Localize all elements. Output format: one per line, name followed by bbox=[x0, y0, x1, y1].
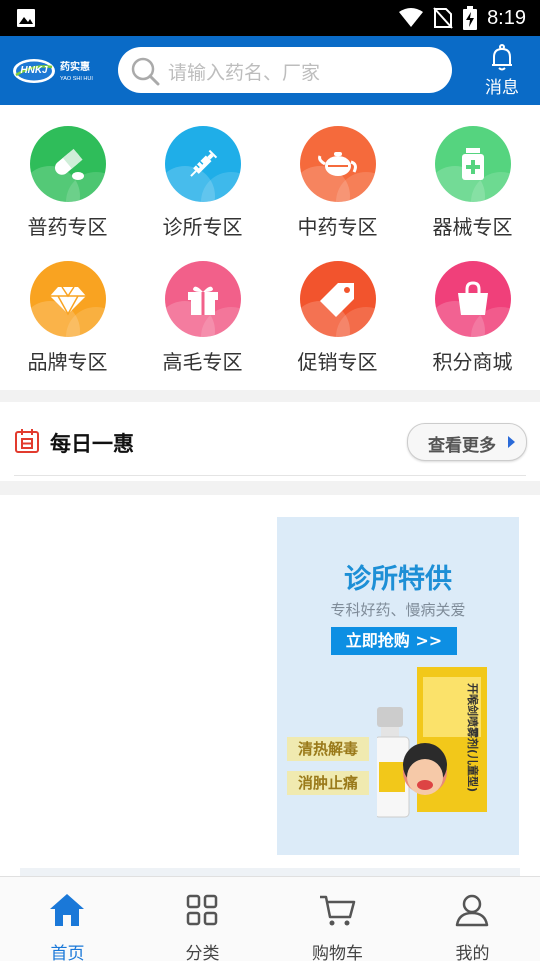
logo-en-text: YAO SHI HUI bbox=[60, 76, 93, 82]
promo-banner[interactable]: 诊所特供 专科好药、慢病关爱 立即抢购 >> 清热解毒 消肿止痛 开喉剑喷雾剂(… bbox=[277, 517, 519, 855]
section-divider bbox=[0, 390, 540, 402]
app-logo[interactable]: HNKJ 药实惠 YAO SHI HUI bbox=[12, 54, 107, 88]
logo-text: HNKJ bbox=[20, 65, 48, 76]
app-header: HNKJ 药实惠 YAO SHI HUI 请输入药名、厂家 消息 bbox=[0, 36, 540, 105]
nav-category[interactable]: 分类 bbox=[135, 877, 270, 964]
message-label: 消息 bbox=[485, 78, 519, 98]
promo-tag: 消肿止痛 bbox=[287, 771, 369, 795]
arrow-right-icon bbox=[508, 436, 515, 448]
category-high-margin[interactable]: 高毛专区 bbox=[135, 251, 270, 381]
category-label: 促销专区 bbox=[297, 350, 378, 374]
teapot-icon bbox=[318, 152, 357, 176]
promo-subtitle: 专科好药、慢病关爱 bbox=[330, 601, 466, 619]
product-image: 开喉剑喷雾剂(儿童型) bbox=[377, 667, 487, 818]
logo-cn-text: 药实惠 bbox=[60, 60, 90, 73]
home-icon bbox=[50, 894, 84, 926]
view-more-label: 查看更多 bbox=[428, 436, 496, 456]
price-tag-icon bbox=[320, 283, 354, 317]
no-sim-icon bbox=[433, 7, 453, 29]
view-more-button[interactable]: 查看更多 bbox=[407, 423, 527, 461]
search-icon bbox=[131, 57, 160, 86]
category-label: 积分商城 bbox=[432, 350, 513, 374]
battery-charging-icon bbox=[463, 6, 478, 30]
image-icon bbox=[17, 9, 35, 27]
section-divider bbox=[0, 481, 540, 495]
diamond-icon bbox=[50, 286, 86, 316]
shopping-bag-icon bbox=[458, 281, 488, 315]
divider bbox=[14, 475, 526, 476]
product-text: 开喉剑喷雾剂(儿童型) bbox=[466, 683, 480, 792]
daily-deal-section: 每日一惠 查看更多 bbox=[0, 402, 540, 476]
nav-label: 我的 bbox=[455, 944, 490, 964]
next-item-preview bbox=[20, 868, 520, 876]
bottom-nav: 首页 分类 购物车 我的 bbox=[0, 876, 540, 964]
pill-icon bbox=[54, 148, 84, 180]
gift-icon bbox=[188, 286, 218, 315]
category-label: 器械专区 bbox=[432, 215, 513, 239]
wifi-icon bbox=[399, 8, 424, 27]
nav-cart[interactable]: 购物车 bbox=[270, 877, 405, 964]
category-devices[interactable]: 器械专区 bbox=[405, 116, 540, 246]
nav-profile[interactable]: 我的 bbox=[405, 877, 540, 964]
category-brand[interactable]: 品牌专区 bbox=[0, 251, 135, 381]
search-placeholder: 请输入药名、厂家 bbox=[168, 62, 321, 84]
clock: 8:19 bbox=[487, 6, 526, 29]
category-general-medicine[interactable]: 普药专区 bbox=[0, 116, 135, 246]
status-bar: 8:19 bbox=[0, 0, 540, 36]
promo-title: 诊所特供 bbox=[344, 564, 452, 595]
search-input[interactable]: 请输入药名、厂家 bbox=[118, 47, 452, 93]
grid-icon bbox=[186, 894, 218, 926]
category-grid: 普药专区 诊所专区 中药专区 器械专区 品牌专区 高毛专区 促销专区 积分商城 bbox=[0, 116, 540, 386]
syringe-icon bbox=[190, 149, 218, 177]
bell-icon bbox=[492, 44, 512, 71]
category-label: 品牌专区 bbox=[27, 350, 108, 374]
message-button[interactable]: 消息 bbox=[470, 42, 534, 102]
nav-home[interactable]: 首页 bbox=[0, 877, 135, 964]
category-points-mall[interactable]: 积分商城 bbox=[405, 251, 540, 381]
nav-label: 首页 bbox=[50, 944, 85, 964]
category-label: 高毛专区 bbox=[162, 350, 243, 374]
promo-tag: 清热解毒 bbox=[287, 737, 369, 761]
category-clinic[interactable]: 诊所专区 bbox=[135, 116, 270, 246]
calendar-icon bbox=[15, 429, 39, 453]
cart-icon bbox=[320, 895, 356, 926]
buy-now-button[interactable]: 立即抢购 >> bbox=[331, 627, 457, 655]
category-label: 中药专区 bbox=[297, 215, 378, 239]
category-tcm[interactable]: 中药专区 bbox=[270, 116, 405, 246]
medicine-bottle-icon bbox=[462, 148, 484, 180]
category-promotion[interactable]: 促销专区 bbox=[270, 251, 405, 381]
nav-label: 分类 bbox=[185, 944, 220, 964]
category-label: 普药专区 bbox=[27, 215, 108, 239]
category-label: 诊所专区 bbox=[162, 215, 243, 239]
user-icon bbox=[455, 894, 489, 927]
nav-label: 购物车 bbox=[312, 944, 363, 964]
daily-deal-title: 每日一惠 bbox=[50, 432, 134, 456]
